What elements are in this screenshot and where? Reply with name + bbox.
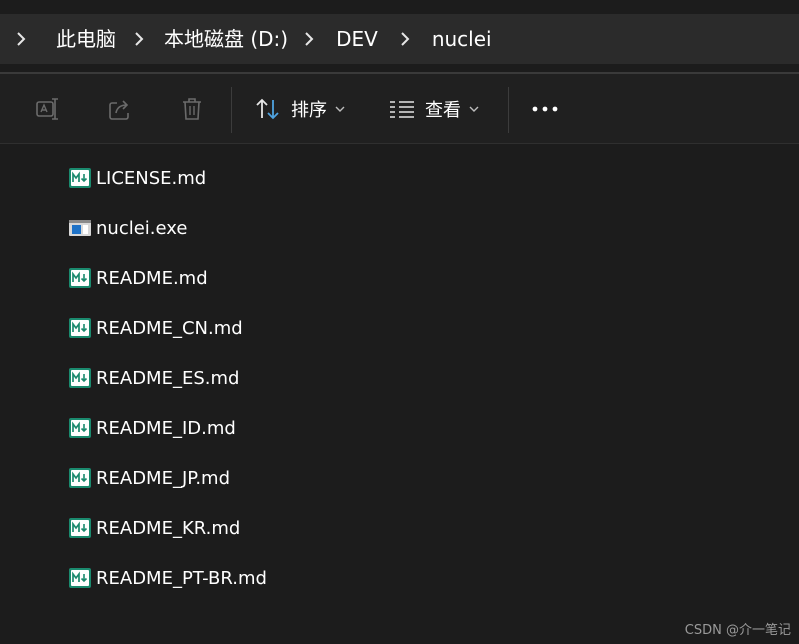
more-options-button[interactable] (528, 87, 562, 131)
file-name: README_JP.md (96, 467, 230, 489)
file-name: README_ES.md (96, 367, 240, 389)
file-item[interactable]: README_CN.md (0, 303, 799, 353)
file-item[interactable]: LICENSE.md (0, 153, 799, 203)
more-horizontal-icon (531, 105, 559, 113)
chevron-right-icon[interactable] (14, 14, 28, 64)
file-name: README.md (96, 267, 208, 289)
file-item[interactable]: README_JP.md (0, 453, 799, 503)
file-name: LICENSE.md (96, 167, 207, 189)
chevron-down-icon (335, 105, 345, 113)
markdown-file-icon (68, 516, 92, 540)
view-list-icon (389, 99, 415, 119)
chevron-right-icon[interactable] (398, 14, 412, 64)
file-item[interactable]: nuclei.exe (0, 203, 799, 253)
toolbar-divider (508, 87, 509, 133)
share-icon (107, 96, 133, 122)
watermark-text: CSDN @介一笔记 (684, 623, 791, 638)
markdown-file-icon (68, 466, 92, 490)
markdown-file-icon (68, 416, 92, 440)
file-name: README_KR.md (96, 517, 241, 539)
file-name: README_CN.md (96, 317, 243, 339)
file-explorer-window: 此电脑 本地磁盘 (D:) DEV nuclei 排序 查看 LICENSE.m… (0, 0, 799, 644)
command-bar: 排序 查看 (0, 74, 799, 144)
breadcrumb-dev[interactable]: DEV (328, 14, 386, 64)
file-item[interactable]: README.md (0, 253, 799, 303)
view-button[interactable]: 查看 (389, 87, 479, 131)
toolbar-divider (231, 87, 232, 133)
markdown-file-icon (68, 316, 92, 340)
file-name: README_ID.md (96, 417, 236, 439)
rename-icon (35, 96, 61, 122)
view-label: 查看 (425, 100, 461, 121)
file-name: nuclei.exe (96, 217, 188, 239)
markdown-file-icon (68, 366, 92, 390)
file-item[interactable]: README_ES.md (0, 353, 799, 403)
address-bar[interactable]: 此电脑 本地磁盘 (D:) DEV nuclei (0, 14, 799, 64)
chevron-down-icon (469, 105, 479, 113)
sort-arrows-icon (255, 97, 281, 121)
toolbar-divider-bottom (0, 143, 799, 144)
file-item[interactable]: README_PT-BR.md (0, 553, 799, 603)
share-button[interactable] (102, 87, 138, 131)
chevron-right-icon[interactable] (132, 14, 146, 64)
breadcrumb-local-disk[interactable]: 本地磁盘 (D:) (156, 14, 296, 64)
markdown-file-icon (68, 266, 92, 290)
delete-button[interactable] (174, 87, 210, 131)
delete-icon (179, 96, 205, 122)
file-name: README_PT-BR.md (96, 567, 267, 589)
file-item[interactable]: README_ID.md (0, 403, 799, 453)
breadcrumb-this-pc[interactable]: 此电脑 (48, 14, 124, 64)
chevron-right-icon[interactable] (302, 14, 316, 64)
markdown-file-icon (68, 166, 92, 190)
sort-label: 排序 (291, 100, 327, 121)
markdown-file-icon (68, 566, 92, 590)
rename-button[interactable] (30, 87, 66, 131)
executable-file-icon (68, 216, 92, 240)
sort-button[interactable]: 排序 (255, 87, 345, 131)
file-item[interactable]: README_KR.md (0, 503, 799, 553)
breadcrumb-nuclei[interactable]: nuclei (424, 14, 500, 64)
